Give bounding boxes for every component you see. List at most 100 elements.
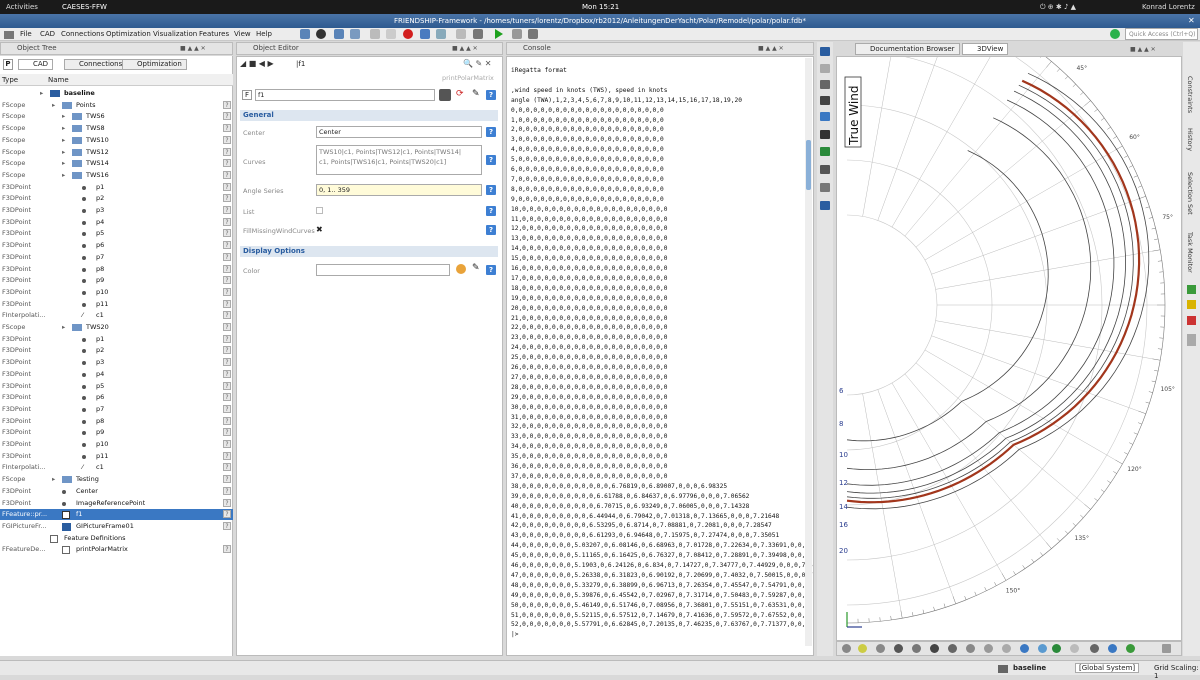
tree-row-help-icon[interactable]: ?: [223, 545, 231, 553]
tree-row-help-icon[interactable]: ?: [223, 475, 231, 483]
tree-row[interactable]: FScope▸TWS14?: [0, 158, 233, 169]
fill-missing-checkbox[interactable]: ✖: [316, 225, 323, 234]
tab-documentation-browser[interactable]: Documentation Browser: [855, 43, 960, 55]
search-icon[interactable]: 🔍 ✎ ✕: [463, 59, 491, 68]
editor-breadcrumb[interactable]: |f1: [296, 60, 305, 68]
pause-icon[interactable]: [512, 29, 522, 39]
tree-row[interactable]: F3DPointp1?: [0, 334, 233, 345]
dock-red-icon[interactable]: [1187, 316, 1196, 325]
color-help-button[interactable]: ?: [486, 265, 496, 275]
menu-features[interactable]: Features: [199, 30, 229, 38]
view-info-icon[interactable]: [1038, 644, 1047, 653]
tree-row-help-icon[interactable]: ?: [223, 136, 231, 144]
tree-row[interactable]: F3DPointp1?: [0, 182, 233, 193]
tree-row[interactable]: F3DPointp5?: [0, 381, 233, 392]
tree-row[interactable]: FScope▸TWS20?: [0, 322, 233, 333]
view-shade-icon[interactable]: [966, 644, 975, 653]
help-button[interactable]: ?: [486, 90, 496, 100]
tree-row-help-icon[interactable]: ?: [223, 276, 231, 284]
coordinate-system-select[interactable]: [Global System]: [1075, 663, 1139, 673]
tree-row-help-icon[interactable]: ?: [223, 159, 231, 167]
tree-row[interactable]: FInterpolati...⁄c1?: [0, 310, 233, 321]
quick-access-input[interactable]: Quick Access (Ctrl+Q): [1125, 28, 1198, 40]
color-edit-icon[interactable]: ✎: [472, 263, 480, 273]
color-select[interactable]: [316, 264, 450, 276]
tree-row[interactable]: F3DPointp9?: [0, 427, 233, 438]
tree-row[interactable]: FScope▸TWS8?: [0, 123, 233, 134]
tree-row[interactable]: Feature Definitions: [0, 533, 233, 544]
tree-row-help-icon[interactable]: ?: [223, 346, 231, 354]
parameter-icon[interactable]: P: [3, 59, 13, 70]
view-cube-icon[interactable]: [1090, 644, 1099, 653]
name-field[interactable]: f1: [255, 89, 435, 101]
tree-row[interactable]: FScope▸TWS10?: [0, 135, 233, 146]
tab-cad[interactable]: CAD: [18, 59, 53, 70]
view-wire-icon[interactable]: [984, 644, 993, 653]
tree-row-help-icon[interactable]: ?: [223, 405, 231, 413]
tool-camera-icon[interactable]: [820, 165, 830, 174]
run-icon[interactable]: [495, 29, 503, 39]
redo-icon[interactable]: [436, 29, 446, 39]
tool-gear-icon[interactable]: [820, 64, 830, 73]
tab-history[interactable]: History: [1186, 128, 1194, 151]
palette-icon[interactable]: [456, 264, 466, 274]
display-options-section[interactable]: Display Options: [240, 246, 498, 257]
angle-series-input[interactable]: 0, 1.. 359: [316, 184, 482, 196]
save-icon[interactable]: [334, 29, 344, 39]
tree-row[interactable]: F3DPointp3?: [0, 205, 233, 216]
power-icon[interactable]: ⏻ ⊕ ✱ ♪ ▲: [1040, 3, 1076, 12]
app-menu[interactable]: CAESES-FFW: [62, 3, 107, 11]
tab-task-monitor[interactable]: Task Monitor: [1186, 232, 1194, 273]
view-lock-icon[interactable]: [1052, 644, 1061, 653]
tree-row-help-icon[interactable]: ?: [223, 417, 231, 425]
tree-row[interactable]: FScope▸Testing?: [0, 474, 233, 485]
view-surface-icon[interactable]: [912, 644, 921, 653]
menu-visualization[interactable]: Visualization: [153, 30, 197, 38]
view-ortho-icon[interactable]: [1020, 644, 1029, 653]
curves-field[interactable]: TWS10|c1, Points|TWS12|c1, Points|TWS14|…: [316, 145, 482, 175]
scope-name[interactable]: baseline: [1013, 664, 1046, 672]
console-panel-controls-icon[interactable]: ■ ▲ ▲ ✕: [758, 45, 784, 52]
tree-row-help-icon[interactable]: ?: [223, 393, 231, 401]
expand-arrow-icon[interactable]: ▸: [62, 111, 65, 122]
tree-row[interactable]: FScope▸TWS16?: [0, 170, 233, 181]
tree-row[interactable]: F3DPointp11?: [0, 451, 233, 462]
tree-row-help-icon[interactable]: ?: [223, 124, 231, 132]
tree-row-help-icon[interactable]: ?: [223, 323, 231, 331]
expand-arrow-icon[interactable]: ▸: [52, 474, 55, 485]
tree-row[interactable]: FScope▸TWS6?: [0, 111, 233, 122]
expand-arrow-icon[interactable]: ▸: [62, 322, 65, 333]
expand-arrow-icon[interactable]: ▸: [62, 170, 65, 181]
list-checkbox[interactable]: [316, 207, 323, 214]
view-orbit-icon[interactable]: [876, 644, 885, 653]
tree-row-help-icon[interactable]: ?: [223, 241, 231, 249]
eye-icon[interactable]: [439, 89, 451, 101]
tool-box-icon[interactable]: [820, 201, 830, 210]
tool-grid-icon[interactable]: [820, 147, 830, 156]
tree-row-help-icon[interactable]: ?: [223, 218, 231, 226]
tab-optimization[interactable]: Optimization: [122, 59, 187, 70]
tree-row[interactable]: F3DPointImageReferencePoint?: [0, 498, 233, 509]
list-help-button[interactable]: ?: [486, 206, 496, 216]
console-output[interactable]: iRegatta format,wind speed in knots (TWS…: [506, 56, 814, 656]
tree-row-help-icon[interactable]: ?: [223, 358, 231, 366]
expand-arrow-icon[interactable]: ▸: [40, 88, 43, 99]
curves-help-button[interactable]: ?: [486, 155, 496, 165]
user-menu[interactable]: Konrad Lorentz: [1142, 3, 1195, 11]
tool-pen-icon[interactable]: [820, 80, 830, 89]
tree-row-help-icon[interactable]: ?: [223, 370, 231, 378]
tree-row-help-icon[interactable]: ?: [223, 510, 231, 518]
view-mesh-icon[interactable]: [930, 644, 939, 653]
tree-row-help-icon[interactable]: ?: [223, 335, 231, 343]
type-column-header[interactable]: Type: [2, 76, 18, 84]
view-search-icon[interactable]: [1162, 644, 1171, 653]
view-light-icon[interactable]: [948, 644, 957, 653]
delete-icon[interactable]: [403, 29, 413, 39]
tree-row[interactable]: FScope▸TWS12?: [0, 147, 233, 158]
tree-row-help-icon[interactable]: ?: [223, 253, 231, 261]
view-points-icon[interactable]: [1002, 644, 1011, 653]
menu-view[interactable]: View: [234, 30, 251, 38]
edit-icon[interactable]: ✎: [472, 89, 480, 99]
undo-icon[interactable]: [420, 29, 430, 39]
name-column-header[interactable]: Name: [48, 76, 69, 84]
